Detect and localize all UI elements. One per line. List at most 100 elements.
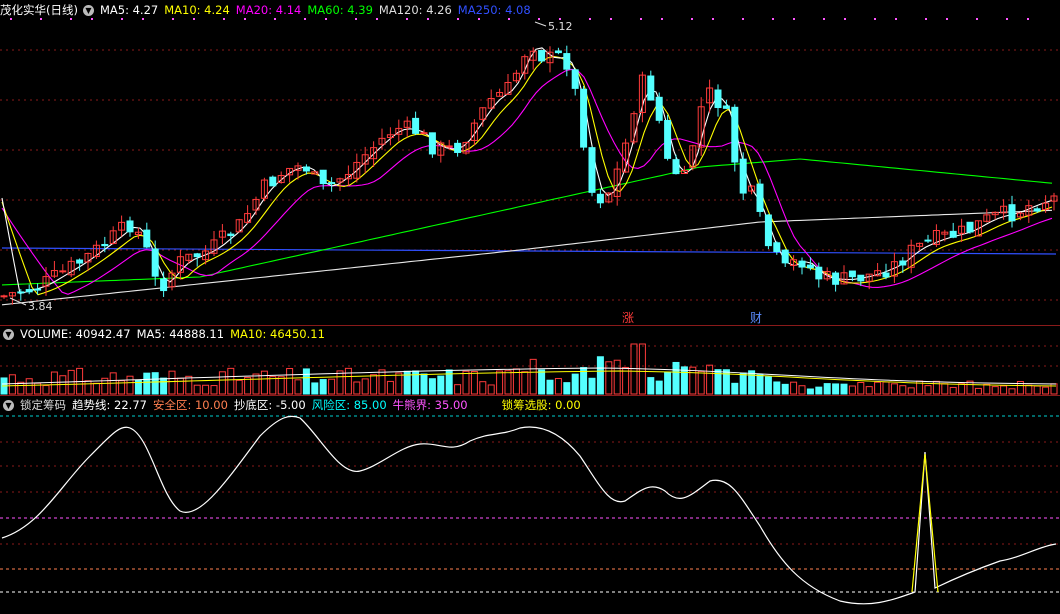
volume-bar [823, 383, 831, 395]
volume-bar [260, 370, 268, 395]
candle-body [848, 270, 856, 278]
indicator-legend-item: 风险区: 85.00 [311, 398, 387, 412]
indicator-legend-item: 安全区: 10.00 [152, 398, 228, 412]
candle-body [302, 166, 310, 172]
candle-body [832, 272, 840, 285]
candle-body [554, 50, 562, 54]
volume-bar [286, 368, 294, 395]
volume-bar [739, 372, 747, 395]
volume-bar [865, 386, 873, 395]
volume-bar [42, 385, 50, 395]
volume-bar [848, 385, 856, 395]
volume-bar [344, 367, 352, 395]
volume-bar [437, 375, 445, 395]
marker-up-badge[interactable]: 涨 [622, 309, 634, 326]
volume-bar [25, 378, 33, 395]
volume-bar [353, 381, 361, 395]
volume-bar [596, 356, 604, 395]
volume-bar [252, 373, 260, 395]
volume-bar [882, 381, 890, 395]
volume-bar [529, 358, 537, 395]
volume-bar [538, 369, 546, 395]
price-legend: 茂化实华(日线) ▼ MA5: 4.27 MA10: 4.24 MA20: 4.14 MA… [0, 1, 543, 19]
settings-toggle-icon[interactable]: ▼ [3, 400, 14, 411]
volume-bar [773, 381, 781, 395]
candle-body [571, 69, 579, 89]
indicator-legend-item: 牛熊界: 35.00 [392, 398, 468, 412]
signal-dot [589, 18, 591, 20]
volume-bar [991, 386, 999, 395]
volume-bar [815, 386, 823, 395]
candle-body [672, 159, 680, 175]
volume-bar [1000, 385, 1008, 395]
signal-dot [844, 18, 846, 20]
volume-bar [378, 369, 386, 395]
volume-bar [235, 379, 243, 395]
signal-dot [976, 18, 978, 20]
volume-bar [294, 379, 302, 395]
candle-body [857, 274, 865, 282]
volume-bar [17, 381, 25, 395]
signal-dot [640, 18, 642, 20]
candle-body [17, 291, 25, 294]
candle-body [428, 132, 436, 155]
volume-bar [395, 372, 403, 395]
volume-bar [664, 371, 672, 395]
volume-bar [1050, 383, 1058, 395]
volume-legend-item: MA10: 46450.11 [230, 327, 325, 341]
signal-dot [712, 18, 714, 20]
price-chart[interactable] [0, 0, 1060, 326]
volume-bar [857, 382, 865, 395]
volume-legend-item: VOLUME: 40942.47 [20, 327, 131, 341]
candle-body [596, 193, 604, 204]
volume-bar [605, 361, 613, 395]
volume-bar [50, 371, 58, 395]
volume-bar [832, 383, 840, 395]
volume-bar [470, 370, 478, 395]
settings-toggle-icon[interactable]: ▼ [3, 329, 14, 340]
indicator-legend: ▼ 锁定筹码 趋势线: 22.77 安全区: 10.00 抄底区: -5.00 风险区: … [0, 396, 593, 414]
candle-body [319, 169, 327, 185]
candle-body [773, 242, 781, 253]
volume-bar [672, 361, 680, 395]
marker-finance-badge[interactable]: 财 [750, 309, 762, 326]
volume-bar [983, 383, 991, 395]
settings-toggle-icon[interactable]: ▼ [82, 5, 94, 16]
candle-body [966, 221, 974, 233]
volume-bar [546, 379, 554, 395]
signal-dot [946, 18, 948, 20]
candle-body [806, 264, 814, 269]
volume-bar [697, 370, 705, 395]
ma-legend-item: MA20: 4.14 [235, 3, 302, 17]
candle-body [59, 270, 67, 273]
volume-bar [958, 383, 966, 395]
candle-body [454, 142, 462, 153]
volume-bar [496, 370, 504, 395]
volume-bar [84, 380, 92, 395]
ma-legend-item: MA5: 4.27 [99, 3, 159, 17]
ma-legend-item: MA250: 4.08 [457, 3, 531, 17]
volume-bar [974, 387, 982, 395]
candle-body [949, 230, 957, 238]
volume-bar [731, 382, 739, 395]
volume-bar [1033, 385, 1041, 395]
signal-dot [772, 18, 774, 20]
volume-bar [613, 359, 621, 395]
volume-bar [1008, 388, 1016, 395]
candle-body [538, 50, 546, 62]
volume-bar [202, 384, 210, 395]
volume-bar [680, 366, 688, 395]
candle-body [227, 233, 235, 237]
volume-bar [722, 369, 730, 395]
candle-body [193, 253, 201, 258]
indicator-chart[interactable] [0, 396, 1060, 614]
volume-bar [748, 370, 756, 395]
ma-legend-item: MA10: 4.24 [164, 3, 230, 17]
volume-bar [420, 373, 428, 395]
trend-line [1, 415, 1057, 605]
volume-bar [151, 372, 159, 395]
indicator-legend-item: 趋势线: 22.77 [72, 398, 147, 412]
volume-bar [706, 364, 714, 395]
volume-bar [487, 384, 495, 395]
candle-body [1033, 208, 1041, 212]
